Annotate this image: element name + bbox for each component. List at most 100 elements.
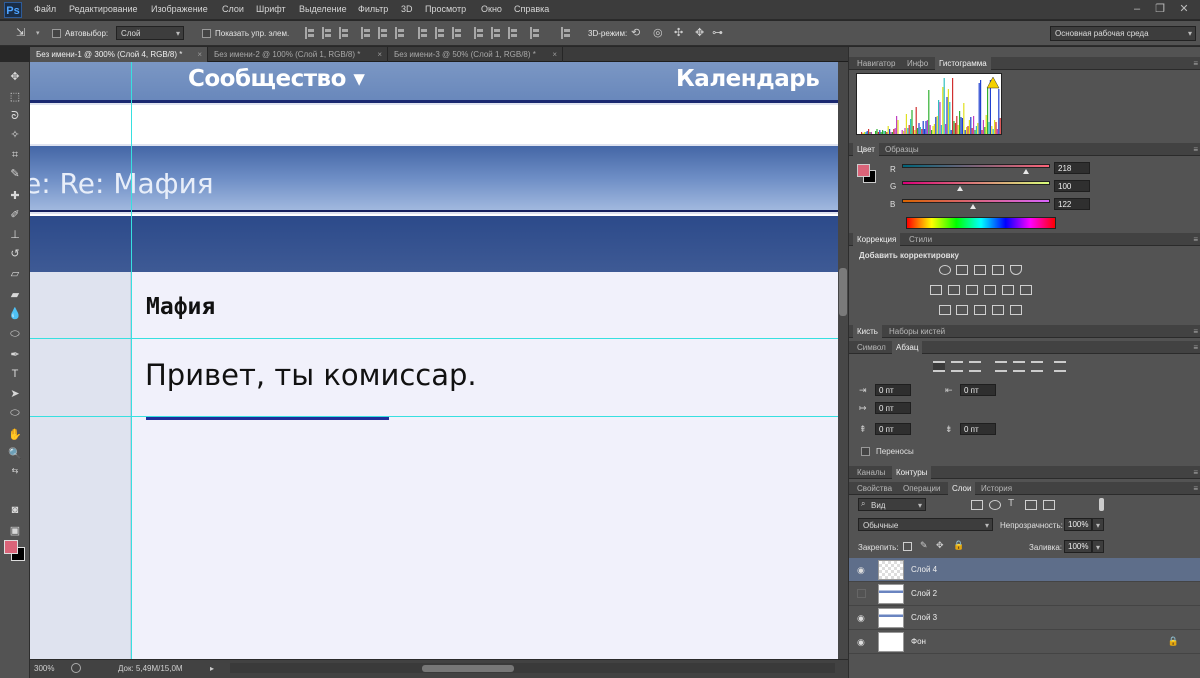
tab-styles[interactable]: Стили — [905, 233, 936, 246]
blend-mode-dropdown[interactable]: Обычные — [858, 518, 993, 532]
layer-row-4[interactable]: ◉ Слой 4 — [849, 558, 1200, 582]
tab-actions[interactable]: Операции — [899, 482, 944, 495]
type-tool-icon[interactable]: T — [4, 365, 26, 383]
color-lookup-adj-icon[interactable] — [1020, 285, 1032, 295]
tab-document-2[interactable]: Без имени-2 @ 100% (Слой 1, RGB/8) * × — [208, 47, 388, 62]
panel-menu-icon[interactable]: ≡ — [1193, 484, 1198, 493]
restore-icon[interactable]: ❐ — [1152, 2, 1168, 16]
show-controls-checkbox[interactable] — [202, 29, 211, 38]
invert-adj-icon[interactable] — [939, 305, 951, 315]
posterize-adj-icon[interactable] — [956, 305, 968, 315]
tab-histogram[interactable]: Гистограмма — [935, 57, 991, 70]
fill-slider-button[interactable] — [1092, 540, 1104, 554]
lock-position-icon[interactable]: ✥ — [936, 540, 944, 551]
tab-brush[interactable]: Кисть — [853, 325, 882, 338]
brush-tool-icon[interactable]: ✐ — [4, 206, 26, 224]
tab-character[interactable]: Символ — [853, 341, 890, 354]
tab-close-icon[interactable]: × — [197, 47, 202, 62]
lasso-tool-icon[interactable]: ᘐ — [4, 107, 26, 125]
menu-window[interactable]: Окно — [481, 4, 502, 14]
align-right-text-icon[interactable] — [969, 361, 981, 372]
auto-align-icon[interactable] — [530, 27, 541, 39]
filter-adjustment-icon[interactable] — [989, 500, 1001, 510]
indent-left-value[interactable]: 0 пт — [875, 384, 911, 396]
menu-help[interactable]: Справка — [514, 4, 549, 14]
menu-edit[interactable]: Редактирование — [69, 4, 138, 14]
eraser-tool-icon[interactable]: ▱ — [4, 265, 26, 283]
scroll-thumb[interactable] — [839, 268, 847, 316]
indent-first-line-value[interactable]: 0 пт — [875, 402, 911, 414]
tab-document-1[interactable]: Без имени-1 @ 300% (Слой 4, RGB/8) * × — [30, 47, 208, 62]
panel-menu-icon[interactable]: ≡ — [1193, 468, 1198, 477]
align-center-text-icon[interactable] — [951, 361, 963, 372]
menu-type[interactable]: Шрифт — [256, 4, 286, 14]
zoom-tool-icon[interactable]: 🔍 — [4, 445, 26, 463]
tab-info[interactable]: Инфо — [903, 57, 932, 70]
align-right-icon[interactable] — [395, 27, 406, 39]
layer-row-2[interactable]: Слой 2 — [849, 582, 1200, 606]
3d-roll-icon[interactable]: ◎ — [653, 26, 663, 39]
layer-name[interactable]: Фон — [911, 637, 926, 646]
tab-paths[interactable]: Контуры — [892, 466, 932, 479]
align-left-icon[interactable] — [361, 27, 372, 39]
levels-adj-icon[interactable] — [956, 265, 968, 275]
panel-menu-icon[interactable]: ≡ — [1193, 343, 1198, 352]
vertical-scrollbar[interactable] — [838, 62, 848, 659]
distribute-top-icon[interactable] — [418, 27, 429, 39]
lock-all-icon[interactable]: 🔒 — [953, 540, 964, 551]
horizontal-guide[interactable] — [30, 338, 838, 339]
selective-color-adj-icon[interactable] — [1010, 305, 1022, 315]
tab-brush-presets[interactable]: Наборы кистей — [885, 325, 949, 338]
filter-smart-object-icon[interactable] — [1043, 500, 1055, 510]
layer-filter-dropdown[interactable]: Вид — [858, 498, 926, 512]
crop-tool-icon[interactable]: ⌗ — [4, 146, 26, 164]
panel-menu-icon[interactable]: ≡ — [1193, 327, 1198, 336]
magic-wand-tool-icon[interactable]: ✧ — [4, 126, 26, 144]
filter-pixel-icon[interactable] — [971, 500, 983, 510]
filter-type-icon[interactable]: T — [1008, 498, 1014, 509]
filter-toggle[interactable] — [1099, 498, 1104, 511]
exposure-adj-icon[interactable] — [992, 265, 1004, 275]
eye-hidden-box[interactable] — [857, 589, 866, 598]
bw-adj-icon[interactable] — [966, 285, 978, 295]
slider-r[interactable] — [902, 164, 1050, 168]
workspace-dropdown[interactable]: Основная рабочая среда — [1050, 26, 1196, 41]
menu-view[interactable]: Просмотр — [425, 4, 466, 14]
brightness-adj-icon[interactable] — [939, 265, 951, 275]
move-tool-icon[interactable]: ⇲ — [16, 26, 25, 39]
layer-row-3[interactable]: ◉ Слой 3 — [849, 606, 1200, 630]
dodge-tool-icon[interactable]: ⬭ — [4, 325, 26, 343]
eye-icon[interactable]: ◉ — [857, 565, 865, 576]
shape-tool-icon[interactable]: ⬭ — [4, 404, 26, 422]
history-brush-tool-icon[interactable]: ↺ — [4, 245, 26, 263]
align-bottom-icon[interactable] — [339, 27, 350, 39]
align-vcenter-icon[interactable] — [322, 27, 333, 39]
status-menu-arrow-icon[interactable]: ▸ — [210, 664, 214, 673]
swap-colors-icon[interactable]: ⇆ — [4, 462, 26, 480]
menu-layers[interactable]: Слои — [222, 4, 244, 14]
hue-sat-adj-icon[interactable] — [930, 285, 942, 295]
menu-filter[interactable]: Фильтр — [358, 4, 388, 14]
align-top-icon[interactable] — [305, 27, 316, 39]
export-icon[interactable] — [71, 663, 81, 673]
healing-tool-icon[interactable]: ✚ — [4, 187, 26, 205]
menu-image[interactable]: Изображение — [151, 4, 208, 14]
align-hcenter-icon[interactable] — [378, 27, 389, 39]
distribute-hcenter-icon[interactable] — [491, 27, 502, 39]
vibrance-adj-icon[interactable] — [1010, 265, 1022, 275]
layer-row-background[interactable]: ◉ Фон 🔒 — [849, 630, 1200, 654]
tab-layers[interactable]: Слои — [948, 482, 976, 495]
distribute-vcenter-icon[interactable] — [435, 27, 446, 39]
tab-navigator[interactable]: Навигатор — [853, 57, 899, 70]
tab-swatches[interactable]: Образцы — [881, 143, 923, 156]
align-left-text-icon[interactable] — [933, 361, 945, 372]
slider-r-thumb[interactable] — [1023, 169, 1029, 174]
tab-paragraph[interactable]: Абзац — [892, 341, 923, 354]
marquee-tool-icon[interactable]: ⬚ — [4, 88, 26, 106]
slider-b[interactable] — [902, 199, 1050, 203]
value-b[interactable]: 122 — [1054, 198, 1090, 210]
layer-name[interactable]: Слой 4 — [911, 565, 937, 574]
distribute-right-icon[interactable] — [508, 27, 519, 39]
tool-preset-dropdown-icon[interactable]: ▾ — [36, 29, 40, 37]
move-tool-icon[interactable]: ✥ — [4, 68, 26, 86]
